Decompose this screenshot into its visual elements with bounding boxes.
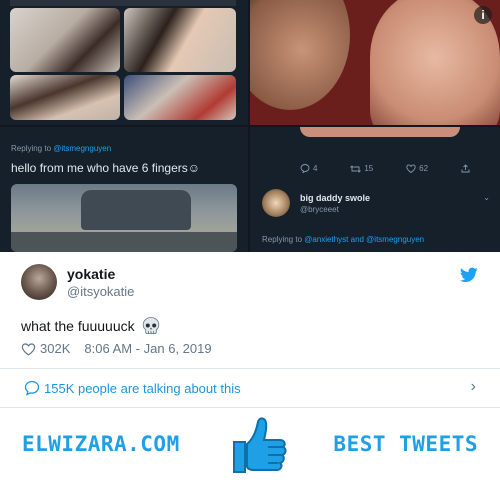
branding-banner: ELWIZARA.COM BEST TWEETS: [0, 408, 500, 480]
dashboard-shape: [11, 232, 237, 252]
chevron-down-icon: ⌄: [483, 193, 490, 202]
display-name[interactable]: yokatie: [67, 266, 115, 282]
tweet-timestamp[interactable]: 8:06 AM - Jan 6, 2019: [84, 341, 211, 356]
avatar[interactable]: [21, 264, 57, 300]
mention-link: @itsmegnguyen: [53, 144, 112, 153]
reply-text: hello from me who have 6 fingers☺: [11, 161, 201, 175]
reply-action: 4: [300, 164, 317, 173]
replying-to-line: Replying to @anxiethyst and @itsmegnguye…: [262, 235, 425, 244]
retweet-icon: [350, 164, 362, 173]
chevron-right-icon[interactable]: ›: [471, 378, 476, 396]
tweet-text: what the fuuuuuck: [21, 316, 161, 336]
photo-thumb: [10, 8, 120, 72]
speech-bubble-icon: [24, 380, 40, 396]
user-handle[interactable]: @itsyokatie: [67, 284, 134, 299]
reply-icon: [300, 164, 310, 173]
tweet-meta: 302K 8:06 AM - Jan 6, 2019: [21, 341, 212, 356]
display-name: big daddy swole: [300, 193, 371, 203]
heart-icon[interactable]: [21, 342, 36, 356]
tweet-media-image[interactable]: i Replying to @itsmegnguyen hello from m…: [0, 0, 500, 252]
heart-icon: [406, 164, 416, 173]
smile-emoji: ☺: [187, 161, 201, 175]
like-count[interactable]: 302K: [40, 341, 70, 356]
cropped-text-strip: [10, 0, 236, 6]
like-action: 62: [406, 164, 428, 173]
photo-grid-panel: [0, 0, 248, 125]
mention-links: @anxiethyst and @itsmegnguyen: [304, 235, 425, 244]
hand-photo-panel: i: [250, 0, 500, 125]
twitter-bird-icon[interactable]: [460, 267, 478, 283]
car-shape: [81, 190, 191, 230]
avatar: [262, 189, 290, 217]
replying-to-line: Replying to @itsmegnguyen: [11, 144, 112, 153]
skull-icon: [142, 317, 159, 334]
site-name: ELWIZARA.COM: [22, 432, 180, 456]
tweet-card: yokatie @itsyokatie what the fuuuuuck 30…: [0, 253, 500, 368]
face-photo-region: [250, 0, 350, 110]
share-icon: [461, 164, 470, 173]
retweet-action: 15: [350, 164, 373, 173]
thumbs-up-icon: [233, 417, 287, 473]
user-handle: @bryceeet: [300, 205, 339, 214]
photo-thumb: [124, 75, 236, 120]
conversation-link[interactable]: 155K people are talking about this ›: [0, 369, 500, 407]
arm-photo-edge: [300, 127, 460, 137]
share-action: [461, 164, 470, 173]
tagline: BEST TWEETS: [333, 432, 478, 456]
talking-about-text[interactable]: 155K people are talking about this: [44, 381, 241, 396]
reply-screenshot-panel: Replying to @itsmegnguyen hello from me …: [0, 127, 248, 252]
tweet-actions-row: 4 15 62: [300, 164, 470, 173]
photo-thumb: [124, 8, 236, 72]
reply-screenshot-panel-2: 4 15 62 big daddy swole @bryceeet ⌄ Repl…: [250, 127, 500, 252]
car-photo: [11, 184, 237, 252]
photo-thumb: [10, 75, 120, 120]
info-icon[interactable]: i: [474, 6, 492, 24]
